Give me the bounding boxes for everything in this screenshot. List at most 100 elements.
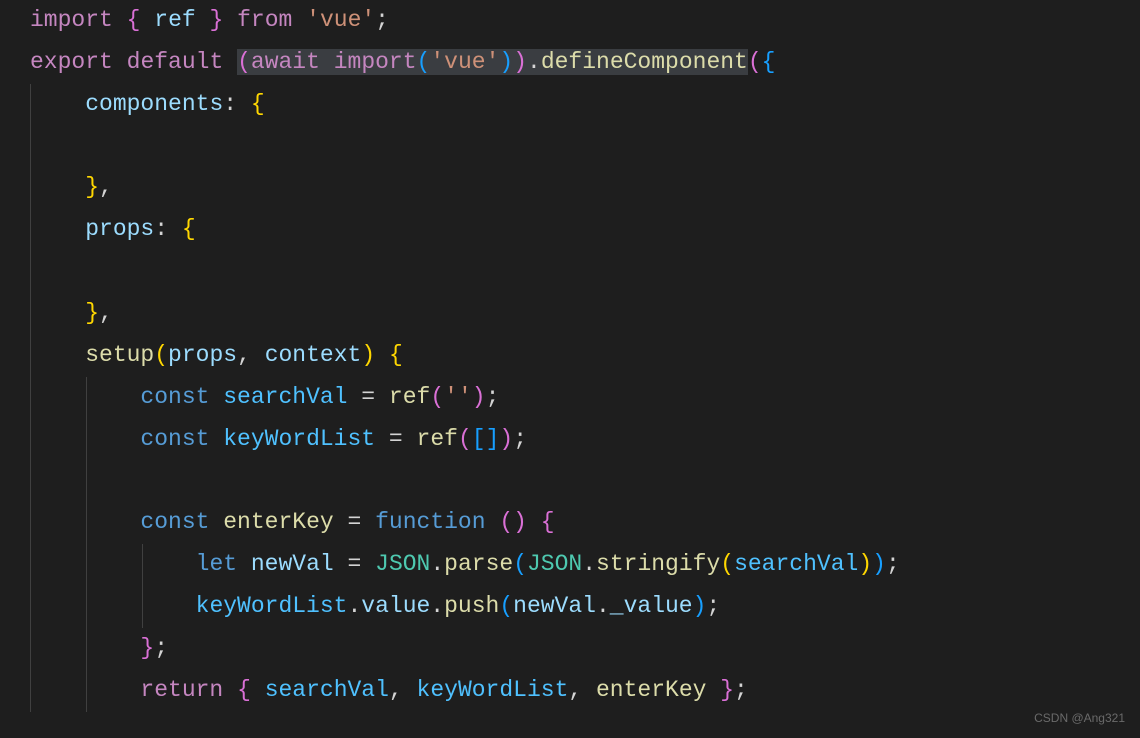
paren: ( — [154, 342, 168, 368]
bracket: [ — [472, 426, 486, 452]
keyword: let — [196, 551, 237, 577]
paren: ( — [720, 551, 734, 577]
brace: } — [720, 677, 734, 703]
method: setup — [85, 342, 154, 368]
string: '' — [444, 384, 472, 410]
operator: = — [347, 509, 361, 535]
paren: ( — [458, 426, 472, 452]
function-call: ref — [417, 426, 458, 452]
code-line[interactable]: export default (await import('vue')).def… — [30, 42, 1110, 84]
code-line[interactable]: }; — [30, 628, 1110, 670]
method: parse — [444, 551, 513, 577]
class: JSON — [527, 551, 582, 577]
paren: ) — [472, 384, 486, 410]
paren: ) — [693, 593, 707, 619]
keyword: export — [30, 49, 113, 75]
code-line[interactable]: const searchVal = ref(''); — [30, 377, 1110, 419]
code-line[interactable]: props: { — [30, 209, 1110, 251]
brace: { — [762, 49, 776, 75]
class: JSON — [375, 551, 430, 577]
variable: enterKey — [223, 509, 333, 535]
paren: ( — [499, 509, 513, 535]
punct: , — [237, 342, 251, 368]
punct: . — [582, 551, 596, 577]
paren: ) — [872, 551, 886, 577]
punct: ; — [375, 7, 389, 33]
string: 'vue' — [430, 49, 499, 75]
paren: ) — [499, 49, 513, 75]
code-line[interactable]: const enterKey = function () { — [30, 502, 1110, 544]
paren: ) — [513, 509, 527, 535]
code-line[interactable] — [30, 460, 1110, 502]
punct: . — [527, 49, 541, 75]
method: stringify — [596, 551, 720, 577]
keyword: const — [140, 509, 209, 535]
paren: ( — [748, 49, 762, 75]
property: _value — [610, 593, 693, 619]
code-line[interactable]: }, — [30, 293, 1110, 335]
code-line[interactable]: components: { — [30, 84, 1110, 126]
punct: , — [99, 300, 113, 326]
code-line[interactable]: setup(props, context) { — [30, 335, 1110, 377]
paren: ) — [513, 49, 527, 75]
punct: , — [568, 677, 582, 703]
function-call: defineComponent — [541, 49, 748, 75]
bracket: ] — [486, 426, 500, 452]
variable: newVal — [251, 551, 334, 577]
property: components — [85, 91, 223, 117]
keyword: import — [334, 49, 417, 75]
variable: newVal — [513, 593, 596, 619]
code-line[interactable]: keyWordList.value.push(newVal._value); — [30, 586, 1110, 628]
punct: : — [223, 91, 237, 117]
code-editor[interactable]: import { ref } from 'vue'; export defaul… — [0, 0, 1140, 712]
punct: ; — [486, 384, 500, 410]
punct: : — [154, 216, 168, 242]
punct: ; — [734, 677, 748, 703]
paren: ( — [417, 49, 431, 75]
keyword: from — [237, 7, 292, 33]
punct: ; — [706, 593, 720, 619]
brace: } — [85, 300, 99, 326]
paren: ( — [237, 49, 251, 75]
paren: ( — [499, 593, 513, 619]
identifier: ref — [154, 7, 195, 33]
punct: , — [389, 677, 403, 703]
parameter: context — [265, 342, 362, 368]
paren: ( — [513, 551, 527, 577]
paren: ( — [430, 384, 444, 410]
code-line[interactable]: return { searchVal, keyWordList, enterKe… — [30, 670, 1110, 712]
code-line[interactable]: let newVal = JSON.parse(JSON.stringify(s… — [30, 544, 1110, 586]
keyword: return — [140, 677, 223, 703]
string: 'vue' — [306, 7, 375, 33]
operator: = — [348, 551, 362, 577]
brace: } — [140, 635, 154, 661]
code-line[interactable] — [30, 251, 1110, 293]
brace: { — [541, 509, 555, 535]
brace: { — [237, 677, 251, 703]
brace: } — [85, 174, 99, 200]
variable: enterKey — [596, 677, 706, 703]
code-line[interactable]: const keyWordList = ref([]); — [30, 419, 1110, 461]
watermark: CSDN @Ang321 — [1034, 708, 1125, 730]
variable: keyWordList — [417, 677, 569, 703]
keyword: await — [251, 49, 320, 75]
paren: ) — [361, 342, 375, 368]
operator: = — [361, 384, 375, 410]
paren: ) — [499, 426, 513, 452]
punct: . — [347, 593, 361, 619]
brace: { — [389, 342, 403, 368]
property: props — [85, 216, 154, 242]
variable: searchVal — [265, 677, 389, 703]
punct: . — [430, 593, 444, 619]
punct: . — [596, 593, 610, 619]
code-line[interactable]: import { ref } from 'vue'; — [30, 0, 1110, 42]
paren: ) — [858, 551, 872, 577]
variable: searchVal — [223, 384, 347, 410]
operator: = — [389, 426, 403, 452]
property: value — [361, 593, 430, 619]
code-line[interactable]: }, — [30, 167, 1110, 209]
parameter: props — [168, 342, 237, 368]
punct: ; — [886, 551, 900, 577]
keyword: const — [140, 384, 209, 410]
code-line[interactable] — [30, 126, 1110, 168]
